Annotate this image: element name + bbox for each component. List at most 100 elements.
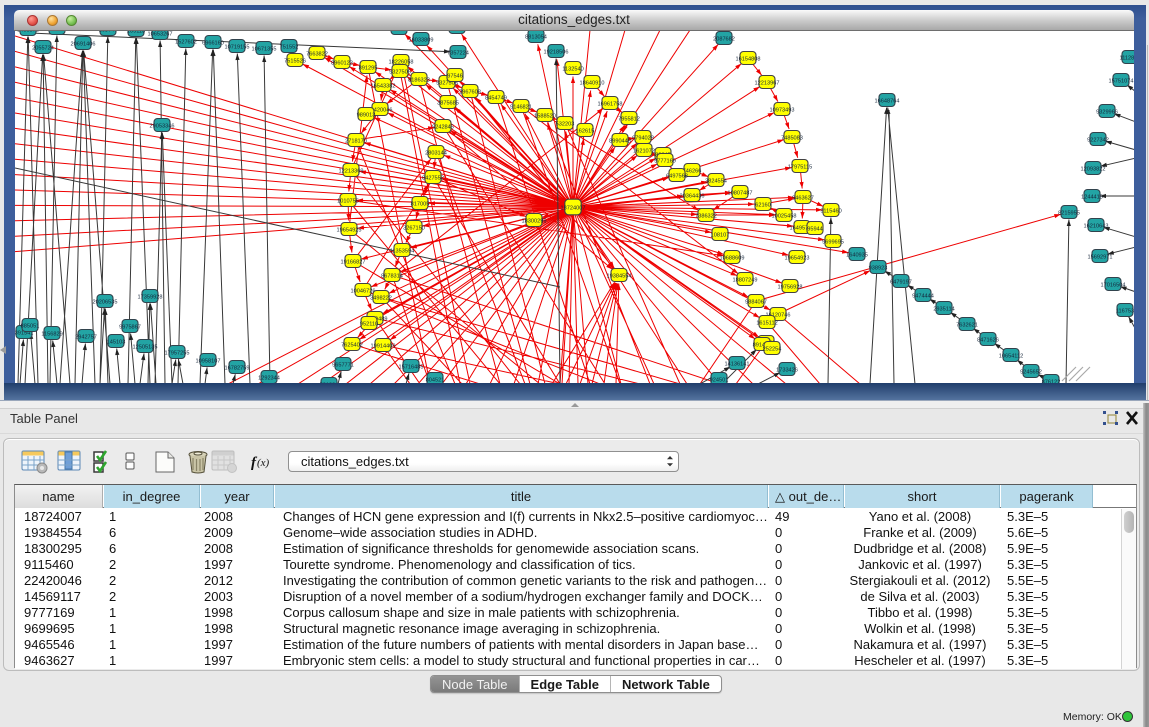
- svg-text:19756928: 19756928: [778, 284, 803, 290]
- svg-text:16033809: 16033809: [409, 37, 434, 43]
- svg-text:1156829: 1156829: [41, 331, 62, 337]
- svg-text:97546: 97546: [447, 73, 463, 79]
- svg-text:2055724: 2055724: [32, 45, 54, 51]
- svg-text:1733426: 1733426: [776, 367, 798, 373]
- svg-text:876122: 876122: [1042, 379, 1061, 383]
- svg-text:12093822: 12093822: [1081, 166, 1106, 172]
- svg-text:15751074: 15751074: [1109, 78, 1134, 84]
- svg-text:29053346: 29053346: [150, 123, 175, 129]
- svg-text:924501: 924501: [710, 377, 729, 383]
- svg-text:10807487: 10807487: [728, 190, 753, 196]
- svg-text:16543382: 16543382: [371, 83, 396, 89]
- svg-text:10671355: 10671355: [252, 46, 277, 52]
- svg-text:16782759: 16782759: [225, 365, 250, 371]
- svg-text:1621072: 1621072: [633, 148, 655, 154]
- svg-text:19654925: 19654925: [337, 227, 362, 233]
- svg-text:6497568: 6497568: [666, 173, 688, 179]
- svg-text:891295: 891295: [359, 65, 378, 71]
- svg-text:14136141: 14136141: [725, 361, 750, 367]
- svg-text:17957255: 17957255: [165, 350, 190, 356]
- svg-text:18640910: 18640910: [580, 80, 605, 86]
- svg-text:10653267: 10653267: [148, 31, 173, 37]
- svg-text:18300295: 18300295: [522, 218, 547, 224]
- svg-text:9474444: 9474444: [912, 293, 934, 299]
- svg-text:9327506: 9327506: [389, 69, 411, 75]
- svg-text:10958107: 10958107: [196, 358, 221, 364]
- svg-text:9777169: 9777169: [654, 158, 676, 164]
- svg-text:108107: 108107: [711, 232, 730, 238]
- svg-text:12213967: 12213967: [755, 80, 780, 86]
- svg-text:7515526: 7515526: [284, 58, 306, 64]
- svg-text:17975115: 17975115: [788, 164, 812, 170]
- svg-text:531334: 531334: [320, 382, 339, 383]
- svg-text:62160: 62160: [755, 202, 771, 208]
- svg-text:15692971: 15692971: [1088, 254, 1113, 260]
- svg-text:8215955: 8215955: [1058, 210, 1080, 216]
- svg-text:9463627: 9463627: [792, 195, 814, 201]
- svg-text:8678314: 8678314: [381, 273, 403, 279]
- svg-text:1615112: 1615112: [756, 320, 777, 326]
- svg-text:1112804: 1112804: [1120, 55, 1134, 61]
- svg-text:95944: 95944: [807, 226, 823, 232]
- svg-text:10046726: 10046726: [351, 288, 376, 294]
- svg-text:19914409: 19914409: [371, 343, 396, 349]
- svg-text:19384554: 19384554: [607, 273, 632, 279]
- svg-text:7357224: 7357224: [447, 50, 469, 56]
- svg-text:3824554: 3824554: [705, 178, 727, 184]
- svg-text:9329966: 9329966: [1096, 109, 1118, 115]
- svg-text:7485083: 7485083: [781, 135, 803, 141]
- svg-text:16961758: 16961758: [598, 101, 623, 107]
- svg-text:1588520: 1588520: [534, 113, 556, 119]
- svg-text:9975867: 9975867: [119, 324, 141, 330]
- svg-text:8813054: 8813054: [525, 34, 547, 40]
- svg-text:19654923: 19654923: [785, 255, 810, 261]
- svg-text:20206535: 20206535: [93, 299, 118, 305]
- svg-text:952110: 952110: [360, 321, 378, 327]
- svg-text:16210643: 16210643: [1084, 223, 1109, 229]
- svg-text:7663822: 7663822: [306, 51, 328, 57]
- svg-text:20691406: 20691406: [71, 41, 96, 47]
- svg-text:9884067: 9884067: [745, 299, 767, 305]
- svg-text:9245652: 9245652: [1020, 369, 1042, 375]
- svg-text:8427552: 8427552: [422, 175, 444, 181]
- svg-text:19218506: 19218506: [544, 49, 569, 55]
- svg-text:16648764: 16648764: [875, 98, 900, 104]
- svg-text:6794028: 6794028: [632, 135, 654, 141]
- svg-text:8960123: 8960123: [331, 60, 353, 66]
- svg-text:10025458: 10025458: [772, 213, 797, 219]
- svg-text:11353594: 11353594: [390, 248, 414, 254]
- svg-text:180515: 180515: [390, 31, 409, 32]
- svg-text:116753: 116753: [1116, 308, 1134, 314]
- svg-text:9115460: 9115460: [820, 208, 841, 214]
- svg-text:6479197: 6479197: [890, 279, 912, 285]
- svg-text:804521: 804521: [426, 377, 445, 383]
- svg-text:6966160: 6966160: [202, 40, 224, 46]
- svg-text:1132540: 1132540: [562, 66, 583, 72]
- svg-text:989013: 989013: [357, 112, 376, 118]
- svg-text:162615: 162615: [576, 128, 595, 134]
- svg-text:2942757: 2942757: [75, 334, 97, 340]
- svg-text:2803144: 2803144: [425, 150, 447, 156]
- svg-text:252254: 252254: [763, 346, 782, 352]
- svg-text:(x): (x): [257, 457, 270, 469]
- svg-text:2087682: 2087682: [713, 36, 735, 42]
- svg-text:12213369: 12213369: [339, 168, 364, 174]
- svg-text:10719155: 10719155: [225, 44, 250, 50]
- svg-text:190334: 190334: [48, 31, 67, 32]
- svg-text:10973493: 10973493: [770, 107, 795, 113]
- svg-text:1244415: 1244415: [1081, 194, 1103, 200]
- svg-text:20364436: 20364436: [680, 193, 705, 199]
- svg-text:8990448: 8990448: [609, 138, 631, 144]
- svg-text:17016504: 17016504: [1101, 282, 1126, 288]
- svg-text:10688609: 10688609: [720, 255, 745, 261]
- svg-text:8471626: 8471626: [977, 337, 999, 343]
- svg-text:16154808: 16154808: [736, 56, 761, 62]
- svg-text:19166827: 19166827: [341, 259, 366, 265]
- svg-text:7955812: 7955812: [618, 116, 640, 122]
- svg-text:9699695: 9699695: [822, 239, 844, 245]
- svg-text:9227342: 9227342: [1087, 137, 1109, 143]
- svg-text:938923: 938923: [869, 265, 888, 271]
- svg-text:1010755: 1010755: [337, 198, 359, 204]
- svg-text:15716485: 15716485: [399, 364, 424, 370]
- svg-text:9242845: 9242845: [432, 124, 454, 130]
